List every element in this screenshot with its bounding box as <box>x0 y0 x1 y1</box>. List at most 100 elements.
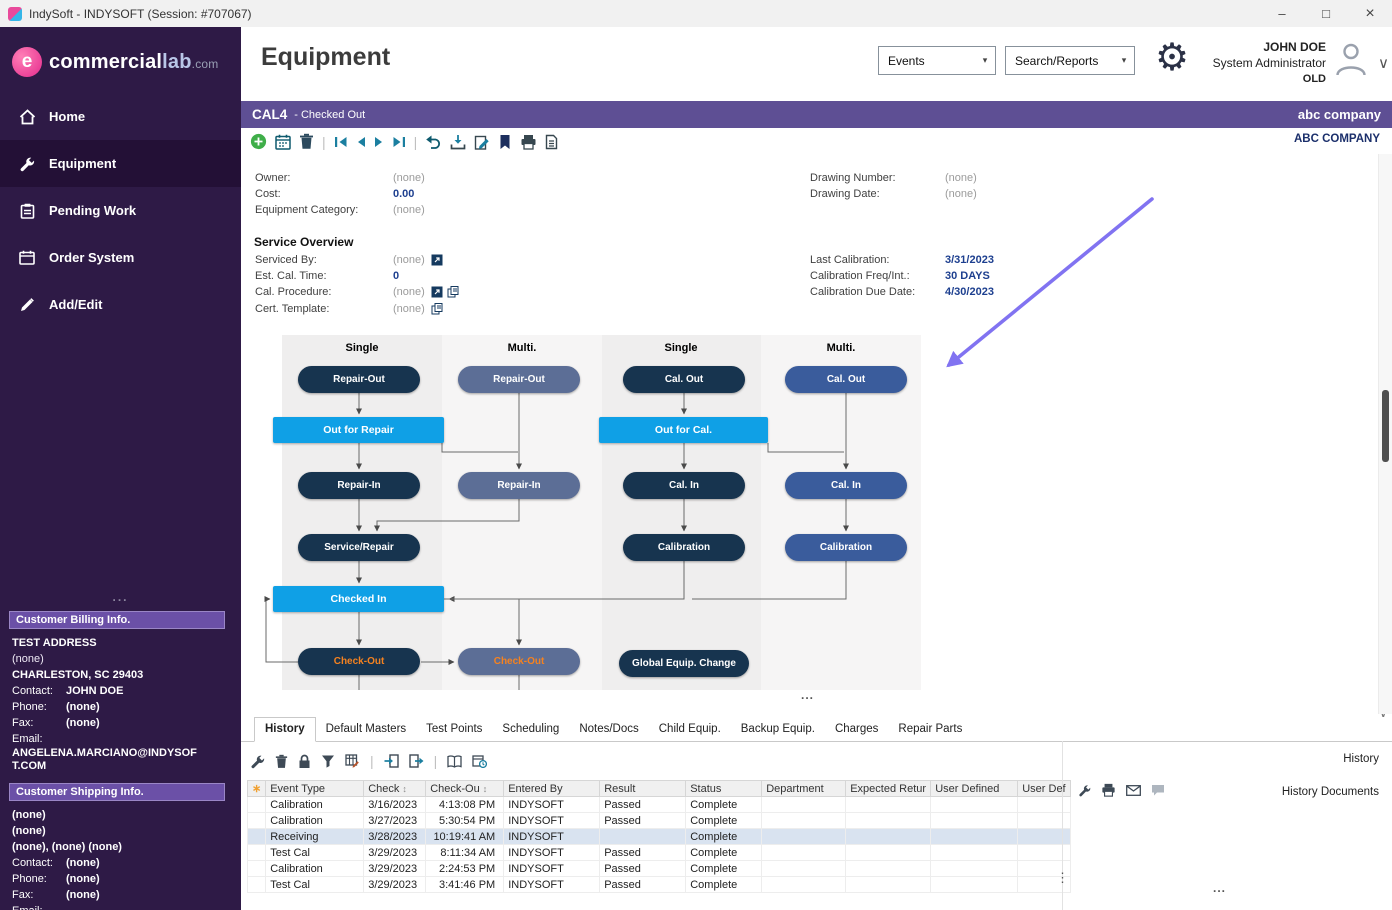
user-menu-chevron-icon[interactable]: ∨ <box>1378 54 1389 72</box>
docs-comment-icon[interactable] <box>1151 784 1165 796</box>
cell-event-type[interactable]: Calibration <box>266 813 364 829</box>
flow-node-repair-out-multi[interactable]: Repair-Out <box>458 366 580 393</box>
cell-check-date[interactable]: 3/29/2023 <box>364 861 426 877</box>
flow-node-repair-out-single[interactable]: Repair-Out <box>298 366 420 393</box>
gear-icon[interactable]: ⚙ <box>1155 39 1189 77</box>
cell-expected-return[interactable] <box>846 845 931 861</box>
cell-status[interactable]: Complete <box>686 877 762 893</box>
tab-repair-parts[interactable]: Repair Parts <box>888 718 972 741</box>
cell-event-type[interactable]: Test Cal <box>266 877 364 893</box>
scrollbar-thumb[interactable] <box>1382 390 1389 462</box>
cell-entered-by[interactable]: INDYSOFT <box>504 813 600 829</box>
cell-department[interactable] <box>762 877 846 893</box>
cell-department[interactable] <box>762 813 846 829</box>
cell-user-defined[interactable] <box>931 861 1018 877</box>
flow-node-service-repair[interactable]: Service/Repair <box>298 534 420 561</box>
cell-check-out-time[interactable]: 3:41:46 PM <box>426 877 504 893</box>
brand-logo[interactable]: e commerciallab.com <box>0 27 241 93</box>
add-record-icon[interactable] <box>250 133 267 150</box>
cell-event-type[interactable]: Calibration <box>266 797 364 813</box>
sidebar-item-home[interactable]: Home <box>0 93 241 140</box>
undo-icon[interactable] <box>425 135 442 149</box>
save-download-icon[interactable] <box>450 134 466 150</box>
cell-check-date[interactable]: 3/27/2023 <box>364 813 426 829</box>
tab-child-equip[interactable]: Child Equip. <box>649 718 731 741</box>
grid-ledger-icon[interactable] <box>447 755 462 768</box>
billing-email-value[interactable]: ANGELENA.MARCIANO@INDYSOFT.COM <box>12 747 200 773</box>
delete-record-icon[interactable] <box>299 133 314 150</box>
maximize-button[interactable]: □ <box>1304 0 1348 27</box>
cell-entered-by[interactable]: INDYSOFT <box>504 861 600 877</box>
edit-record-icon[interactable] <box>474 134 490 150</box>
vertical-splitter-dots[interactable]: ⋮ <box>1056 870 1069 886</box>
docs-email-icon[interactable] <box>1126 785 1141 796</box>
sidebar-item-add-edit[interactable]: Add/Edit <box>0 281 241 328</box>
avatar[interactable] <box>1332 39 1370 82</box>
cell-entered-by[interactable]: INDYSOFT <box>504 845 600 861</box>
sidebar-splitter-dots[interactable]: ... <box>0 590 241 604</box>
cell-expected-return[interactable] <box>846 861 931 877</box>
tab-notes-docs[interactable]: Notes/Docs <box>569 718 648 741</box>
column-header-status[interactable]: Status <box>686 781 762 797</box>
cell-user-defined[interactable] <box>931 797 1018 813</box>
sidebar-item-order-system[interactable]: Order System <box>0 234 241 281</box>
column-header-check[interactable]: Check↕ <box>364 781 426 797</box>
column-header-department[interactable]: Department <box>762 781 846 797</box>
cell-entered-by[interactable]: INDYSOFT <box>504 829 600 845</box>
cell-entered-by[interactable]: INDYSOFT <box>504 797 600 813</box>
docs-tools-icon[interactable] <box>1078 784 1091 797</box>
history-row[interactable]: Calibration 3/16/2023 4:13:08 PM INDYSOF… <box>248 797 1071 813</box>
cell-event-type[interactable]: Receiving <box>266 829 364 845</box>
cell-check-out-time[interactable]: 4:13:08 PM <box>426 797 504 813</box>
cell-expected-return[interactable] <box>846 829 931 845</box>
cell-event-type[interactable]: Test Cal <box>266 845 364 861</box>
cell-check-date[interactable]: 3/28/2023 <box>364 829 426 845</box>
cell-result[interactable]: Passed <box>600 845 686 861</box>
cell-result[interactable] <box>600 829 686 845</box>
close-button[interactable]: × <box>1348 0 1392 27</box>
cell-check-out-time[interactable]: 10:19:41 AM <box>426 829 504 845</box>
flow-node-repair-in-single[interactable]: Repair-In <box>298 472 420 499</box>
flow-node-check-out-multi[interactable]: Check-Out <box>458 648 580 675</box>
cell-status[interactable]: Complete <box>686 845 762 861</box>
cell-check-date[interactable]: 3/29/2023 <box>364 877 426 893</box>
cell-event-type[interactable]: Calibration <box>266 861 364 877</box>
cell-department[interactable] <box>762 845 846 861</box>
cell-user-defined[interactable] <box>931 829 1018 845</box>
print-icon[interactable] <box>520 134 537 150</box>
flow-node-global-equip-change[interactable]: Global Equip. Change <box>619 650 749 677</box>
cell-user-defined[interactable] <box>931 813 1018 829</box>
cell-check-date[interactable]: 3/16/2023 <box>364 797 426 813</box>
grid-filter-icon[interactable] <box>321 754 335 768</box>
flow-node-cal-out-single[interactable]: Cal. Out <box>623 366 745 393</box>
horizontal-splitter-dots[interactable]: ... <box>801 688 814 702</box>
calendar-icon[interactable] <box>275 134 291 150</box>
cell-result[interactable]: Passed <box>600 797 686 813</box>
minimize-button[interactable]: – <box>1260 0 1304 27</box>
grid-export-icon[interactable] <box>409 754 424 768</box>
open-dialog-icon[interactable] <box>447 285 459 303</box>
previous-record-icon[interactable] <box>356 136 366 148</box>
column-header-user-defined[interactable]: User Defined <box>931 781 1018 797</box>
open-lookup-icon[interactable] <box>431 253 443 271</box>
row-indicator-header[interactable]: ∗ <box>248 781 266 797</box>
cell-check-out-time[interactable]: 5:30:54 PM <box>426 813 504 829</box>
grid-schedule-icon[interactable] <box>472 754 487 768</box>
first-record-icon[interactable] <box>334 136 348 148</box>
grid-import-icon[interactable] <box>384 754 399 768</box>
sidebar-item-equipment[interactable]: Equipment <box>0 140 241 187</box>
cell-department[interactable] <box>762 797 846 813</box>
history-row[interactable]: Test Cal 3/29/2023 3:41:46 PM INDYSOFT P… <box>248 877 1071 893</box>
tab-backup-equip[interactable]: Backup Equip. <box>731 718 825 741</box>
cell-expected-return[interactable] <box>846 877 931 893</box>
flow-node-calibration-single[interactable]: Calibration <box>623 534 745 561</box>
tab-charges[interactable]: Charges <box>825 718 888 741</box>
cell-result[interactable]: Passed <box>600 813 686 829</box>
cell-expected-return[interactable] <box>846 813 931 829</box>
documents-splitter-dots[interactable]: ... <box>1213 881 1226 895</box>
history-row-selected[interactable]: Receiving 3/28/2023 10:19:41 AM INDYSOFT… <box>248 829 1071 845</box>
cell-result[interactable]: Passed <box>600 861 686 877</box>
grid-tools-icon[interactable] <box>250 754 265 769</box>
flow-node-calibration-multi[interactable]: Calibration <box>785 534 907 561</box>
search-reports-dropdown[interactable]: Search/Reports ▾ <box>1005 46 1135 75</box>
